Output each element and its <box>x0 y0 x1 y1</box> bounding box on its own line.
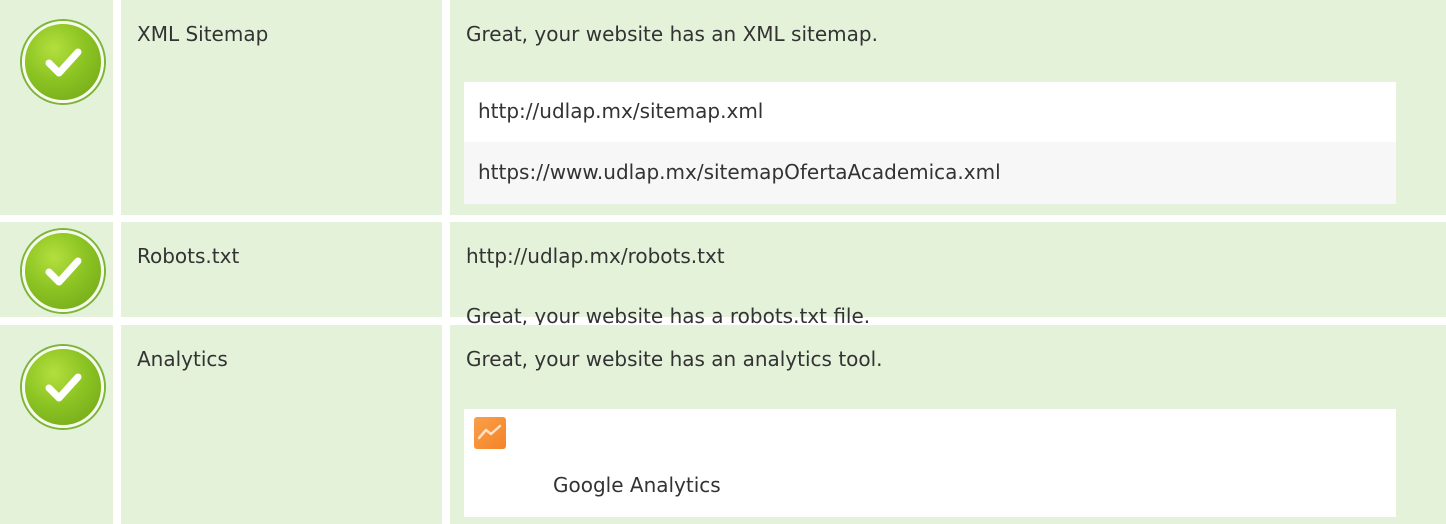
check-row-analytics: Analytics Great, your website has an ana… <box>0 325 1446 524</box>
check-icon <box>22 21 104 103</box>
name-cell: XML Sitemap <box>121 0 442 215</box>
analytics-tools-list: Google Analytics <box>464 409 1396 517</box>
status-cell <box>0 0 113 215</box>
check-name: Analytics <box>137 347 228 371</box>
status-cell <box>0 222 113 317</box>
check-row-xml-sitemap: XML Sitemap Great, your website has an X… <box>0 0 1446 215</box>
description-cell: http://udlap.mx/robots.txt Great, your w… <box>450 222 1446 328</box>
description-cell: Great, your website has an analytics too… <box>450 325 1446 524</box>
name-cell: Robots.txt <box>121 222 442 317</box>
check-row-robots: Robots.txt http://udlap.mx/robots.txt Gr… <box>0 222 1446 328</box>
description-cell: Great, your website has an XML sitemap. … <box>450 0 1446 215</box>
seo-checks-table: XML Sitemap Great, your website has an X… <box>0 0 1446 524</box>
check-description: Great, your website has an XML sitemap. <box>466 22 878 46</box>
name-cell: Analytics <box>121 325 442 524</box>
check-name: Robots.txt <box>137 244 240 268</box>
sitemap-url[interactable]: https://www.udlap.mx/sitemapOfertaAcadem… <box>478 160 1001 184</box>
google-analytics-icon <box>474 417 506 449</box>
check-name: XML Sitemap <box>137 22 269 46</box>
sitemap-list: http://udlap.mx/sitemap.xml https://www.… <box>464 82 1396 204</box>
check-description: Great, your website has an analytics too… <box>466 347 883 371</box>
analytics-tool-item: Google Analytics <box>464 409 1396 517</box>
check-icon <box>22 346 104 428</box>
sitemap-item: http://udlap.mx/sitemap.xml <box>464 82 1396 142</box>
check-icon <box>22 230 104 312</box>
sitemap-item: https://www.udlap.mx/sitemapOfertaAcadem… <box>464 142 1396 204</box>
analytics-tool-label: Google Analytics <box>553 473 721 497</box>
status-cell <box>0 325 113 524</box>
sitemap-url[interactable]: http://udlap.mx/sitemap.xml <box>478 99 763 123</box>
robots-url[interactable]: http://udlap.mx/robots.txt <box>466 244 725 268</box>
